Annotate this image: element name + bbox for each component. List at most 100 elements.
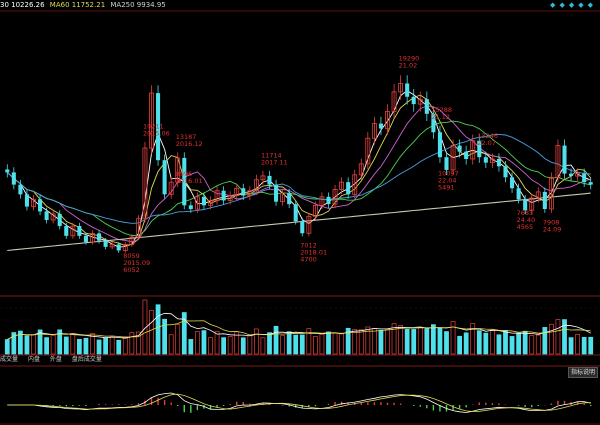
candle-down (83, 235, 88, 242)
price-annotation-10: 7683 24.40 4565 (517, 209, 536, 231)
volume-bar (490, 330, 495, 355)
volume-bar (122, 336, 128, 355)
volume-bar (476, 330, 482, 355)
volume-bar (103, 337, 108, 355)
volume-bar (542, 327, 548, 355)
candle-down (464, 151, 469, 159)
candle-down (562, 145, 567, 174)
candle-down (64, 226, 69, 236)
volume-bar (431, 324, 436, 355)
volume-bar (109, 335, 115, 355)
candle-down (424, 99, 429, 114)
candle-down (588, 182, 593, 185)
volume-bar (31, 334, 36, 355)
volume-bar (417, 326, 423, 355)
candle-down (483, 157, 488, 163)
volume-bar (221, 337, 226, 355)
volume-bar (168, 334, 174, 355)
pan-left-icon[interactable]: ◆ (569, 1, 578, 9)
tab-after-hours[interactable]: 盘后成交量 (72, 356, 102, 363)
candle-down (503, 166, 508, 178)
volume-bar (24, 335, 30, 355)
candle-down (241, 188, 246, 196)
tab-volume[interactable]: 成交量 (0, 356, 18, 363)
candle-down (542, 191, 547, 209)
candle-down (444, 157, 449, 170)
volume-bar (273, 325, 279, 355)
zoom-out-icon[interactable]: ◆ (559, 1, 568, 9)
candle-down (77, 226, 82, 236)
volume-bar (319, 333, 325, 355)
ma60-value: MA60 11752.21 (49, 1, 106, 9)
candle-down (103, 240, 108, 247)
volume-bar (522, 330, 528, 355)
volume-bar (129, 332, 135, 355)
volume-bar (286, 331, 292, 355)
ma30-value: 30 10226.26 (0, 1, 45, 9)
volume-bar (201, 330, 207, 355)
volume-bar (450, 321, 456, 355)
candle-down (405, 83, 410, 97)
volume-bar (352, 328, 358, 355)
toolbar-icons: ◆◆◆◆◆ (550, 1, 597, 10)
candle-down (162, 160, 167, 195)
volume-bar (44, 337, 49, 355)
volume-bar (188, 339, 194, 355)
candle-down (437, 132, 442, 158)
volume-bar (247, 335, 253, 355)
tab-inner[interactable]: 内盘 (28, 356, 40, 363)
volume-bar (463, 332, 469, 355)
volume-bar (208, 337, 213, 355)
candle-down (411, 96, 416, 105)
indicator-help-button[interactable]: 指标说明 (568, 367, 598, 378)
candle-down (496, 158, 501, 167)
settings-icon[interactable]: ◆ (588, 1, 597, 9)
candle-down (116, 244, 121, 251)
volume-bar (535, 334, 541, 355)
candle-down (11, 172, 16, 185)
candle-down (18, 184, 23, 195)
volume-bar (280, 335, 285, 355)
volume-tabs: 成交量 内盘 外盘 盘后成交量 (0, 355, 110, 365)
volume-bar (562, 319, 567, 355)
candle-down (510, 177, 515, 189)
candle-down (274, 184, 279, 202)
volume-bar (358, 329, 364, 355)
volume-bar (70, 332, 76, 355)
candle-down (201, 196, 206, 206)
volume-bar (588, 336, 594, 355)
candle-down (346, 182, 351, 195)
candle-down (221, 190, 226, 201)
volume-bar (116, 339, 122, 355)
volume-bar (195, 331, 200, 355)
volume-bar (385, 328, 390, 355)
tab-outer[interactable]: 外盘 (50, 356, 62, 363)
candle-down (5, 169, 10, 173)
candle-down (293, 204, 298, 222)
volume-bar (175, 324, 181, 355)
volume-bar (424, 328, 430, 355)
candle-down (97, 233, 102, 241)
volume-bar (293, 334, 299, 355)
volume-bar (299, 334, 305, 355)
volume-bar (260, 337, 266, 355)
candle-down (326, 196, 331, 205)
volume-bar (516, 333, 521, 355)
candle-down (57, 213, 62, 227)
candle-down (267, 175, 272, 185)
volume-bar (398, 325, 403, 355)
volume-bar (267, 332, 272, 355)
pan-right-icon[interactable]: ◆ (578, 1, 587, 9)
ma-legend: 30 10226.26 MA60 11752.21 MA250 9934.95 (0, 0, 169, 11)
volume-bar (326, 331, 331, 355)
volume-bar (227, 336, 233, 355)
volume-bar (555, 319, 561, 355)
volume-bar (63, 336, 69, 355)
volume-bar (568, 337, 574, 355)
volume-bar (332, 332, 338, 355)
candle-down (378, 123, 383, 129)
volume-bar (529, 335, 535, 355)
candle-down (516, 188, 521, 200)
volume-bar (503, 330, 508, 355)
volume-bar (83, 337, 89, 355)
